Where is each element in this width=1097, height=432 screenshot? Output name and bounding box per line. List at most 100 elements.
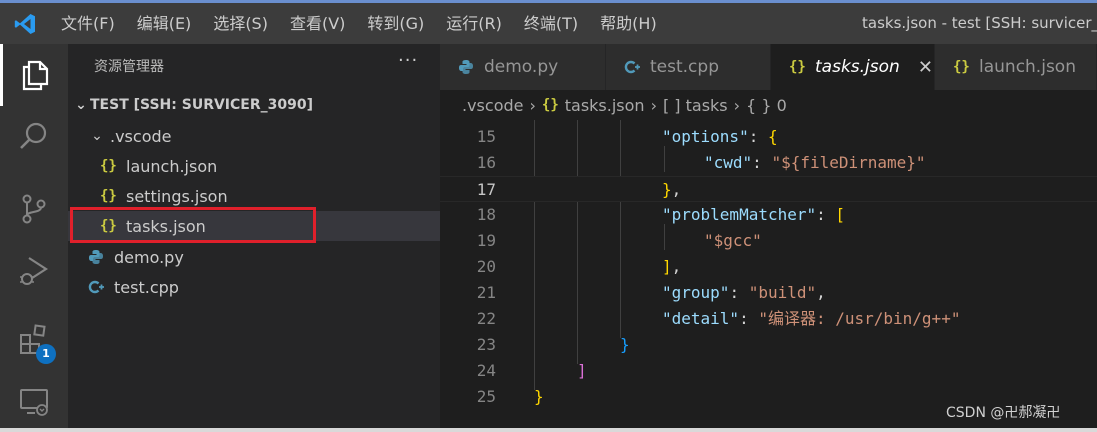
file-launch-json[interactable]: {} launch.json (68, 151, 440, 181)
run-debug-activity[interactable] (0, 240, 68, 302)
line-number: 24 (476, 361, 496, 380)
folder-label: .vscode (110, 126, 172, 146)
tab-label: test.cpp (650, 57, 719, 77)
breadcrumb-folder[interactable]: .vscode (462, 96, 523, 115)
menu-file[interactable]: 文件(F) (50, 3, 126, 44)
window-bottom-edge (0, 428, 1097, 432)
watermark: CSDN @卍郝凝卍 (946, 405, 1061, 421)
menu-terminal[interactable]: 终端(T) (513, 3, 589, 44)
cpp-file-icon (88, 279, 114, 295)
code-text: "$gcc" (704, 231, 762, 250)
code-line: 20 ], (440, 254, 1097, 280)
editor-tabs: demo.py test.cpp {} tasks.json ✕ {} laun… (440, 44, 1097, 90)
files-icon (22, 60, 48, 91)
chevron-right-icon: › (529, 95, 536, 115)
file-label: test.cpp (114, 277, 179, 297)
tab-test-cpp[interactable]: test.cpp (606, 44, 771, 90)
menu-edit[interactable]: 编辑(E) (126, 3, 203, 44)
file-label: demo.py (114, 247, 184, 267)
code-line: 18 "problemMatcher": [ (440, 202, 1097, 228)
menu-view[interactable]: 查看(V) (279, 3, 356, 44)
line-number: 15 (476, 127, 496, 146)
remote-explorer-activity[interactable] (0, 370, 68, 432)
file-test-cpp[interactable]: test.cpp (68, 272, 440, 302)
code-line: 19 "$gcc" (440, 228, 1097, 254)
line-number: 22 (476, 309, 496, 328)
cpp-file-icon (624, 59, 650, 75)
json-file-icon: {} (100, 158, 117, 174)
chevron-down-icon: ⌄ (91, 128, 103, 144)
remote-explorer-icon (20, 389, 48, 416)
python-file-icon (88, 249, 114, 265)
line-number: 19 (476, 231, 496, 250)
json-file-icon: {} (789, 59, 806, 75)
run-debug-icon (20, 257, 49, 285)
tab-label: demo.py (484, 57, 559, 77)
line-number: 23 (476, 335, 496, 354)
menu-run[interactable]: 运行(R) (435, 3, 513, 44)
menu-bar: 文件(F) 编辑(E) 选择(S) 查看(V) 转到(G) 运行(R) 终端(T… (50, 3, 668, 44)
title-bar: 文件(F) 编辑(E) 选择(S) 查看(V) 转到(G) 运行(R) 终端(T… (0, 0, 1097, 44)
code-text: }, (662, 180, 682, 199)
code-text: "options": { (662, 127, 778, 146)
code-text: "cwd": "${fileDirname}" (704, 153, 926, 172)
tab-label: launch.json (979, 57, 1076, 77)
code-text: } (620, 335, 630, 354)
more-actions-icon[interactable]: ··· (398, 50, 418, 71)
python-file-icon (458, 59, 484, 75)
workspace-root[interactable]: ⌄ TEST [SSH: SURVICER_3090] (68, 90, 440, 120)
search-icon (20, 122, 47, 149)
tab-demo-py[interactable]: demo.py (440, 44, 606, 90)
breadcrumb-tasks[interactable]: [ ] tasks (663, 96, 728, 115)
json-file-icon: {} (953, 59, 970, 75)
code-line: 15 "options": { (440, 124, 1097, 150)
code-editor[interactable]: 15 "options": { 16 "cwd": "${fileDirname… (440, 120, 1097, 432)
workspace-root-label: TEST [SSH: SURVICER_3090] (90, 97, 314, 113)
file-demo-py[interactable]: demo.py (68, 242, 440, 272)
menu-selection[interactable]: 选择(S) (202, 3, 279, 44)
breadcrumb-index[interactable]: { } 0 (746, 96, 787, 115)
menu-go[interactable]: 转到(G) (356, 3, 435, 44)
code-line: 23 } (440, 332, 1097, 358)
code-line: 21 "group": "build", (440, 280, 1097, 306)
code-line: 24 ] (440, 358, 1097, 384)
code-line: 22 "detail": "编译器: /usr/bin/g++" (440, 306, 1097, 332)
tab-tasks-json[interactable]: {} tasks.json ✕ (771, 44, 935, 90)
file-label: launch.json (126, 156, 218, 176)
sidebar-title: 资源管理器 (94, 59, 164, 75)
activity-bar: 1 (0, 44, 68, 432)
chevron-right-icon: › (733, 95, 741, 115)
chevron-right-icon: › (650, 95, 657, 115)
menu-help[interactable]: 帮助(H) (589, 3, 668, 44)
source-control-activity[interactable] (0, 178, 68, 240)
vscode-logo-icon[interactable] (0, 3, 50, 44)
line-number: 21 (476, 283, 496, 302)
line-number: 25 (476, 387, 496, 406)
code-text: } (534, 387, 544, 406)
chevron-down-icon: ⌄ (75, 97, 87, 113)
source-control-icon (22, 194, 46, 224)
code-line-current: 17 }, (440, 176, 1097, 202)
breadcrumb: .vscode › {} tasks.json › [ ] tasks › { … (440, 90, 1097, 120)
window-title: tasks.json - test [SSH: survicer_3090] (862, 14, 1097, 32)
line-number: 16 (476, 153, 496, 172)
explorer-sidebar: 资源管理器 ··· ⌄ TEST [SSH: SURVICER_3090] ⌄ … (68, 44, 440, 432)
code-text: "problemMatcher": [ (662, 205, 846, 224)
explorer-activity[interactable] (0, 44, 68, 106)
extensions-badge: 1 (36, 344, 56, 364)
tab-label: tasks.json (815, 57, 900, 77)
tab-launch-json[interactable]: {} launch.json (935, 44, 1097, 90)
search-activity[interactable] (0, 106, 68, 168)
folder-vscode[interactable]: ⌄ .vscode (68, 121, 440, 151)
line-number: 20 (476, 257, 496, 276)
code-text: ], (662, 257, 682, 276)
code-line: 16 "cwd": "${fileDirname}" (440, 150, 1097, 176)
breadcrumb-file[interactable]: tasks.json (565, 96, 645, 115)
close-icon[interactable]: ✕ (918, 57, 933, 78)
code-text: ] (577, 361, 587, 380)
code-text: "detail": "编译器: /usr/bin/g++" (662, 309, 961, 328)
file-label: settings.json (126, 186, 228, 206)
json-file-icon: {} (541, 97, 559, 113)
extensions-activity[interactable]: 1 (0, 308, 68, 370)
json-file-icon: {} (100, 188, 117, 204)
